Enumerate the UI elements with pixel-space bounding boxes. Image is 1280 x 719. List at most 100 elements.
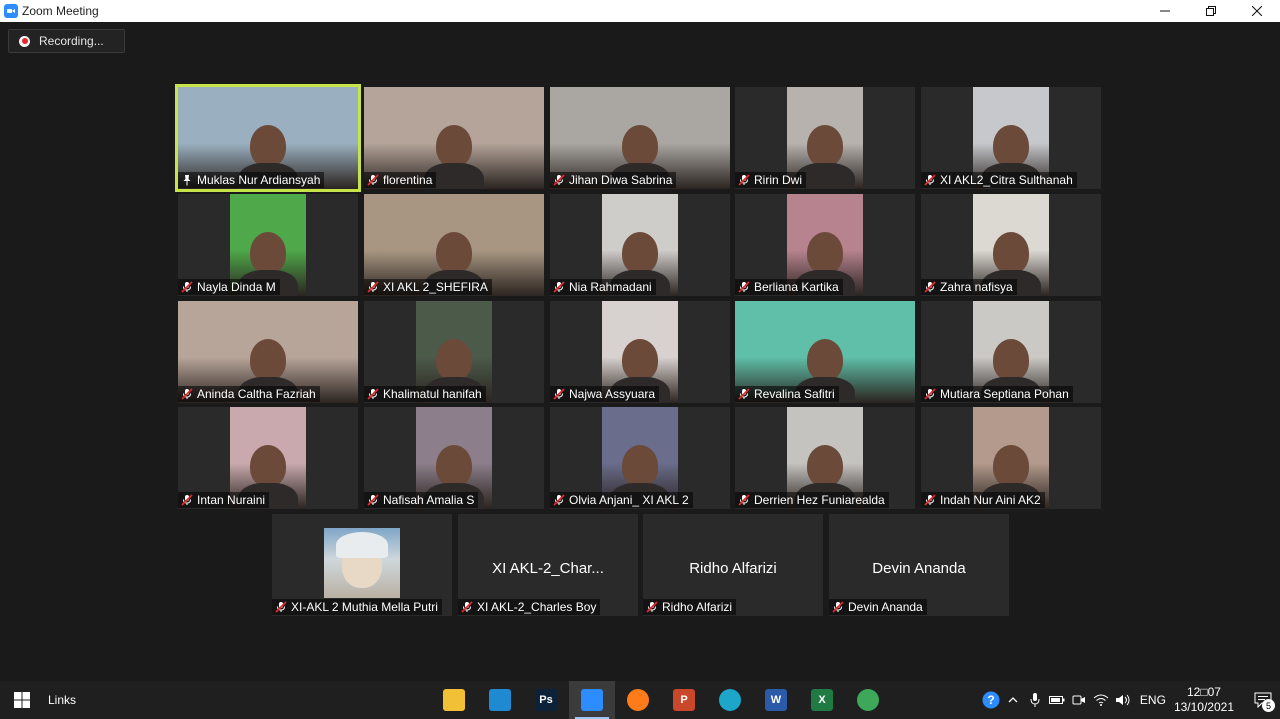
participant-name: Najwa Assyuara — [569, 387, 656, 401]
battery-icon[interactable] — [1046, 681, 1068, 719]
minimize-button[interactable] — [1142, 0, 1188, 22]
participant-name-bar: Nia Rahmadani — [550, 279, 656, 295]
powerpoint-taskbar-button[interactable]: P — [661, 681, 707, 719]
muted-microphone-icon — [552, 173, 566, 187]
help-icon[interactable]: ? — [980, 681, 1002, 719]
participant-name: Olvia Anjani_ XI AKL 2 — [569, 493, 689, 507]
muted-microphone-icon — [180, 493, 194, 507]
participant-tile[interactable]: Indah Nur Aini AK2 — [921, 407, 1101, 509]
participant-tile[interactable]: florentina — [364, 87, 544, 189]
microphone-icon[interactable] — [1024, 681, 1046, 719]
windows-logo-icon — [14, 692, 30, 708]
links-toolbar[interactable]: Links — [48, 693, 76, 707]
participant-tile[interactable]: Devin Ananda Devin Ananda — [829, 514, 1009, 616]
participant-display-name: Ridho Alfarizi — [689, 560, 777, 577]
participant-tile[interactable]: Ririn Dwi — [735, 87, 915, 189]
close-button[interactable] — [1234, 0, 1280, 22]
participant-name: florentina — [383, 173, 433, 187]
notification-count-badge: 5 — [1262, 699, 1275, 712]
participant-silhouette — [993, 232, 1029, 274]
participant-name: Khalimatul hanifah — [383, 387, 482, 401]
participant-tile[interactable]: Mutiara Septiana Pohan — [921, 301, 1101, 403]
chrome-taskbar-button[interactable] — [845, 681, 891, 719]
muted-microphone-icon — [274, 600, 288, 614]
restore-button[interactable] — [1188, 0, 1234, 22]
muted-microphone-icon — [552, 280, 566, 294]
participant-tile[interactable]: Derrien Hez Funiarealda — [735, 407, 915, 509]
participant-name: Nayla Dinda M — [197, 280, 276, 294]
participant-tile[interactable]: XI AKL-2_Char... XI AKL-2_Charles Boy — [458, 514, 638, 616]
participant-tile[interactable]: Intan Nuraini — [178, 407, 358, 509]
photoshop-taskbar-button[interactable]: Ps — [523, 681, 569, 719]
excel-taskbar-button[interactable]: X — [799, 681, 845, 719]
clock-time: 12□07 — [1186, 685, 1221, 699]
participant-tile[interactable]: Nafisah Amalia S — [364, 407, 544, 509]
participant-name: XI AKL 2_SHEFIRA — [383, 280, 488, 294]
firefox-taskbar-button[interactable] — [615, 681, 661, 719]
participant-name: Mutiara Septiana Pohan — [940, 387, 1069, 401]
meet-now-icon[interactable] — [1068, 681, 1090, 719]
participant-name-bar: XI AKL-2_Charles Boy — [458, 599, 601, 615]
participant-name-bar: Devin Ananda — [829, 599, 927, 615]
participant-name-bar: Berliana Kartika — [735, 279, 843, 295]
participant-tile[interactable]: Revalina Safitri — [735, 301, 915, 403]
participant-tile[interactable]: Olvia Anjani_ XI AKL 2 — [550, 407, 730, 509]
participant-silhouette — [436, 232, 472, 274]
firefox-icon — [627, 689, 649, 711]
participant-name-bar: Intan Nuraini — [178, 492, 270, 508]
visual-studio-code-taskbar-button[interactable] — [477, 681, 523, 719]
participant-name-bar: Ririn Dwi — [735, 172, 806, 188]
svg-text:?: ? — [987, 693, 994, 707]
participant-tile[interactable]: Aninda Caltha Fazriah — [178, 301, 358, 403]
record-icon — [19, 35, 30, 47]
participant-tile[interactable]: Khalimatul hanifah — [364, 301, 544, 403]
participant-tile[interactable]: Jihan Diwa Sabrina — [550, 87, 730, 189]
notification-center-button[interactable]: 5 — [1246, 681, 1280, 719]
recording-indicator[interactable]: Recording... — [8, 29, 125, 53]
participant-tile[interactable]: Najwa Assyuara — [550, 301, 730, 403]
zoom-taskbar-button[interactable] — [569, 681, 615, 719]
participant-name-bar: florentina — [364, 172, 437, 188]
participant-tile[interactable]: Zahra nafisya — [921, 194, 1101, 296]
wifi-icon[interactable] — [1090, 681, 1112, 719]
input-language[interactable]: ENG — [1140, 693, 1166, 707]
participant-tile[interactable]: Nia Rahmadani — [550, 194, 730, 296]
participant-name-bar: Indah Nur Aini AK2 — [921, 492, 1045, 508]
participant-tile[interactable]: XI AKL 2_SHEFIRA — [364, 194, 544, 296]
participant-silhouette — [622, 339, 658, 381]
participant-name: Ridho Alfarizi — [662, 600, 733, 614]
start-button[interactable] — [0, 681, 44, 719]
clock-date: 13/10/2021 — [1173, 700, 1234, 714]
window-controls — [1142, 0, 1280, 22]
participant-tile[interactable]: XI AKL2_Citra Sulthanah — [921, 87, 1101, 189]
muted-microphone-icon — [737, 280, 751, 294]
muted-microphone-icon — [552, 493, 566, 507]
edge-icon — [719, 689, 741, 711]
excel-icon: X — [811, 689, 833, 711]
participant-name: Ririn Dwi — [754, 173, 802, 187]
participant-tile[interactable]: Muklas Nur Ardiansyah — [175, 84, 361, 192]
volume-icon[interactable] — [1112, 681, 1134, 719]
system-tray: ? ENG 12□07 13/10/2021 5 — [980, 681, 1280, 719]
participant-tile[interactable]: Berliana Kartika — [735, 194, 915, 296]
participant-name: XI AKL-2_Charles Boy — [477, 600, 597, 614]
participant-name: Indah Nur Aini AK2 — [940, 493, 1041, 507]
participant-name-bar: Ridho Alfarizi — [643, 599, 737, 615]
participant-tile[interactable]: Ridho Alfarizi Ridho Alfarizi — [643, 514, 823, 616]
file-explorer-taskbar-button[interactable] — [431, 681, 477, 719]
participant-tile[interactable]: XI-AKL 2 Muthia Mella Putri — [272, 514, 452, 616]
participant-silhouette — [807, 445, 843, 487]
participant-display-name: XI AKL-2_Char... — [492, 560, 604, 577]
participant-tile[interactable]: Nayla Dinda M — [178, 194, 358, 296]
edge-taskbar-button[interactable] — [707, 681, 753, 719]
participant-name-bar: Najwa Assyuara — [550, 386, 660, 402]
muted-microphone-icon — [923, 280, 937, 294]
powerpoint-icon: P — [673, 689, 695, 711]
clock[interactable]: 12□07 13/10/2021 — [1174, 685, 1234, 715]
photoshop-icon: Ps — [535, 689, 557, 711]
word-icon: W — [765, 689, 787, 711]
participant-silhouette — [622, 232, 658, 274]
show-hidden-icons-chevron-icon[interactable] — [1002, 681, 1024, 719]
word-taskbar-button[interactable]: W — [753, 681, 799, 719]
participant-name: Revalina Safitri — [754, 387, 835, 401]
